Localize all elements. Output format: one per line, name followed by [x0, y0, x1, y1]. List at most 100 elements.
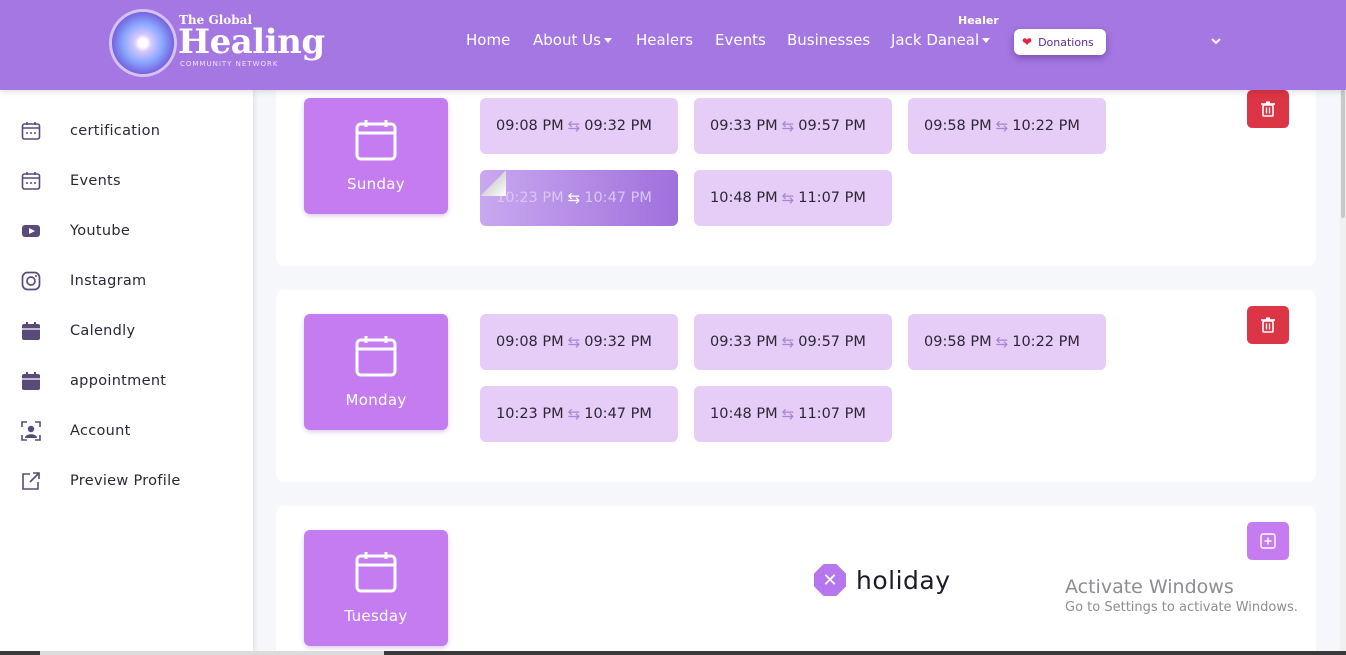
nav-about-us[interactable]: About Us [533, 31, 612, 49]
swap-arrows-icon: ⇆ [567, 405, 581, 423]
holiday-label: holiday [856, 565, 951, 595]
sidebar-item-events[interactable]: Events [0, 161, 253, 201]
time-slot[interactable]: 09:58 PM ⇆ 10:22 PM [908, 98, 1106, 154]
logo-sub-text: COMMUNITY NETWORK [180, 60, 279, 68]
delete-day-button[interactable] [1247, 306, 1289, 344]
slot-start: 09:33 PM [710, 334, 778, 350]
nav-user-menu[interactable]: Jack Daneal [891, 31, 991, 49]
heart-icon: ❤ [1022, 35, 1033, 49]
swap-arrows-icon: ⇆ [567, 333, 581, 351]
swap-arrows-icon: ⇆ [781, 405, 795, 423]
sidebar-item-label: certification [70, 123, 161, 139]
slot-end: 09:32 PM [584, 118, 652, 134]
nav-healers[interactable]: Healers [636, 31, 693, 49]
slot-end: 09:32 PM [584, 334, 652, 350]
bottom-edge [0, 651, 1346, 655]
slot-start: 09:08 PM [496, 118, 564, 134]
external-link-icon [21, 471, 41, 491]
instagram-icon [21, 271, 41, 291]
sidebar-item-label: Calendly [70, 323, 136, 339]
dashboard-sidebar: certification Events Youtube Instagram C… [0, 90, 253, 655]
slot-end: 11:07 PM [798, 190, 866, 206]
time-slot[interactable]: 09:08 PM ⇆ 09:32 PM [480, 98, 678, 154]
slot-start: 09:58 PM [924, 118, 992, 134]
sidebar-item-account[interactable]: Account [0, 411, 253, 451]
windows-activation-watermark: Activate Windows Go to Settings to activ… [1065, 576, 1298, 615]
slot-start: 09:08 PM [496, 334, 564, 350]
slot-start: 09:58 PM [924, 334, 992, 350]
sidebar-item-certification[interactable]: certification [0, 111, 253, 151]
sidebar-item-youtube[interactable]: Youtube [0, 211, 253, 251]
delete-day-button[interactable] [1247, 90, 1289, 128]
sidebar-item-label: Instagram [70, 273, 147, 289]
swap-arrows-icon: ⇆ [781, 189, 795, 207]
slot-start: 09:33 PM [710, 118, 778, 134]
chevron-down-icon[interactable] [1209, 34, 1223, 48]
slot-start: 10:23 PM [496, 406, 564, 422]
page-scrollbar[interactable] [1340, 90, 1346, 655]
day-box-sunday[interactable]: Sunday [304, 98, 448, 214]
sidebar-item-label: Account [70, 423, 131, 439]
sidebar-item-preview-profile[interactable]: Preview Profile [0, 461, 253, 501]
day-name: Monday [345, 391, 407, 409]
swap-arrows-icon: ⇆ [781, 117, 795, 135]
time-slot[interactable]: 10:23 PM ⇆ 10:47 PM [480, 386, 678, 442]
swap-arrows-icon: ⇆ [995, 117, 1009, 135]
nav-home[interactable]: Home [466, 31, 510, 49]
donations-button[interactable]: ❤ Donations [1014, 29, 1106, 55]
time-slot[interactable]: 10:48 PM ⇆ 11:07 PM [694, 170, 892, 226]
scrollbar-thumb[interactable] [1341, 90, 1345, 218]
account-icon [21, 421, 41, 441]
slot-end: 09:57 PM [798, 334, 866, 350]
time-slot[interactable]: 09:33 PM ⇆ 09:57 PM [694, 98, 892, 154]
slot-end: 10:47 PM [584, 406, 652, 422]
calendar-solid-icon [21, 321, 41, 341]
sidebar-item-label: Events [70, 173, 121, 189]
holiday-indicator: ✕ holiday [814, 564, 951, 596]
youtube-icon [21, 221, 41, 241]
sidebar-item-calendly[interactable]: Calendly [0, 311, 253, 351]
day-card-monday: Monday 09:08 PM ⇆ 09:32 PM 09:33 PM ⇆ 09:57 … [276, 290, 1316, 482]
user-name: Jack Daneal [891, 31, 980, 49]
nav-businesses[interactable]: Businesses [787, 31, 870, 49]
add-slot-button[interactable] [1247, 522, 1289, 560]
day-box-monday[interactable]: Monday [304, 314, 448, 430]
nav-events[interactable]: Events [715, 31, 766, 49]
time-slot[interactable]: 09:33 PM ⇆ 09:57 PM [694, 314, 892, 370]
sidebar-item-instagram[interactable]: Instagram [0, 261, 253, 301]
nav-about-us-label: About Us [533, 31, 601, 49]
donations-label: Donations [1038, 35, 1094, 49]
swap-arrows-icon: ⇆ [567, 117, 581, 135]
time-slot[interactable]: 10:48 PM ⇆ 11:07 PM [694, 386, 892, 442]
sidebar-item-label: appointment [70, 373, 167, 389]
slot-start: 10:48 PM [710, 190, 778, 206]
sidebar-item-label: Youtube [70, 223, 131, 239]
calendar-dots-icon [21, 121, 41, 141]
top-navbar: The Global Healing COMMUNITY NETWORK Hom… [0, 0, 1346, 90]
caret-down-icon [603, 38, 612, 43]
time-slot[interactable]: 09:08 PM ⇆ 09:32 PM [480, 314, 678, 370]
horizontal-scroll-thumb[interactable] [40, 651, 384, 655]
trash-icon [1261, 101, 1275, 117]
page-curl-icon [480, 170, 506, 196]
calendar-dots-icon [21, 171, 41, 191]
sidebar-item-appointment[interactable]: appointment [0, 361, 253, 401]
user-role-badge: Healer [958, 14, 999, 27]
calendar-icon [355, 120, 397, 161]
trash-icon [1261, 317, 1275, 333]
swap-arrows-icon: ⇆ [781, 333, 795, 351]
slot-start: 10:48 PM [710, 406, 778, 422]
slot-start: 10:23 PM [496, 190, 564, 206]
time-slot-dragging[interactable]: 10:23 PM ⇆ 10:47 PM [480, 170, 678, 226]
day-box-tuesday[interactable]: Tuesday [304, 530, 448, 646]
slot-end: 09:57 PM [798, 118, 866, 134]
slot-end: 11:07 PM [798, 406, 866, 422]
slot-end: 10:47 PM [584, 190, 652, 206]
calendar-icon [355, 552, 397, 593]
time-slot[interactable]: 09:58 PM ⇆ 10:22 PM [908, 314, 1106, 370]
site-logo[interactable]: The Global Healing COMMUNITY NETWORK [112, 10, 325, 76]
logo-emblem-icon [112, 12, 174, 74]
watermark-title: Activate Windows [1065, 576, 1234, 598]
slot-end: 10:22 PM [1012, 118, 1080, 134]
swap-arrows-icon: ⇆ [567, 189, 581, 207]
